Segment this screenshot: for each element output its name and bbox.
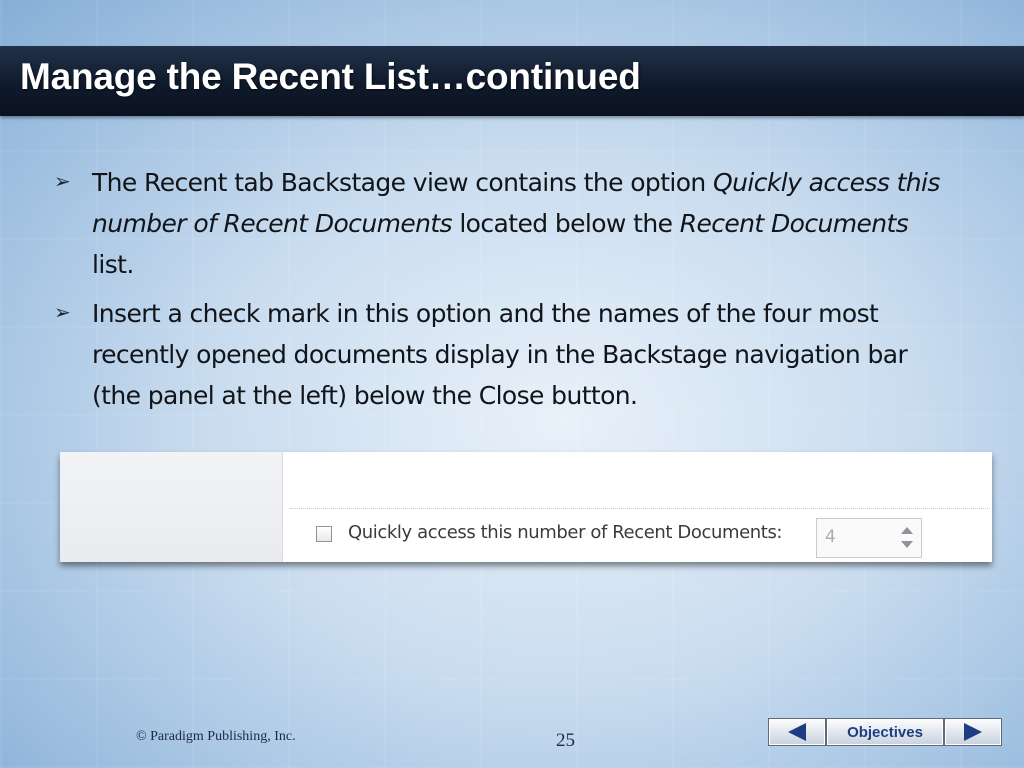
spinner-down-icon[interactable]	[901, 541, 913, 548]
title-bar: Manage the Recent List…continued	[0, 46, 1024, 116]
bullet-text-italic: Recent Documents	[679, 209, 909, 238]
bullet-arrow-icon: ➢	[54, 171, 71, 193]
recent-documents-count-spinner[interactable]: 4	[816, 518, 922, 558]
backstage-screenshot: Quickly access this number of Recent Doc…	[60, 452, 992, 562]
bullet-text-part: located below the	[451, 209, 680, 238]
recent-documents-checkbox-label[interactable]: Quickly access this number of Recent Doc…	[348, 522, 782, 543]
bullet-text-part: Insert a check mark in this option and t…	[92, 299, 908, 410]
recent-documents-checkbox[interactable]	[316, 526, 332, 542]
slide-navigation: Objectives	[768, 718, 1002, 746]
triangle-right-icon	[964, 723, 982, 741]
objectives-button[interactable]: Objectives	[826, 718, 944, 746]
bullet-item: ➢ The Recent tab Backstage view contains…	[54, 162, 954, 285]
spinner-value[interactable]: 4	[825, 527, 836, 547]
bullet-text: Insert a check mark in this option and t…	[92, 293, 954, 416]
slide-title: Manage the Recent List…continued	[20, 56, 641, 97]
bullet-arrow-icon: ➢	[54, 302, 71, 324]
copyright-text: © Paradigm Publishing, Inc.	[136, 729, 296, 744]
next-slide-button[interactable]	[944, 718, 1002, 746]
previous-slide-button[interactable]	[768, 718, 826, 746]
bullet-text-part: list.	[92, 250, 134, 279]
dotted-divider	[290, 508, 990, 509]
spinner-up-icon[interactable]	[901, 527, 913, 534]
bullet-item: ➢ Insert a check mark in this option and…	[54, 293, 954, 416]
bullet-text-part: The Recent tab Backstage view contains t…	[92, 168, 714, 197]
page-number: 25	[556, 730, 575, 751]
bullet-list: ➢ The Recent tab Backstage view contains…	[54, 162, 954, 424]
triangle-left-icon	[788, 723, 806, 741]
bullet-text: The Recent tab Backstage view contains t…	[92, 162, 954, 285]
backstage-nav-panel	[60, 452, 283, 562]
